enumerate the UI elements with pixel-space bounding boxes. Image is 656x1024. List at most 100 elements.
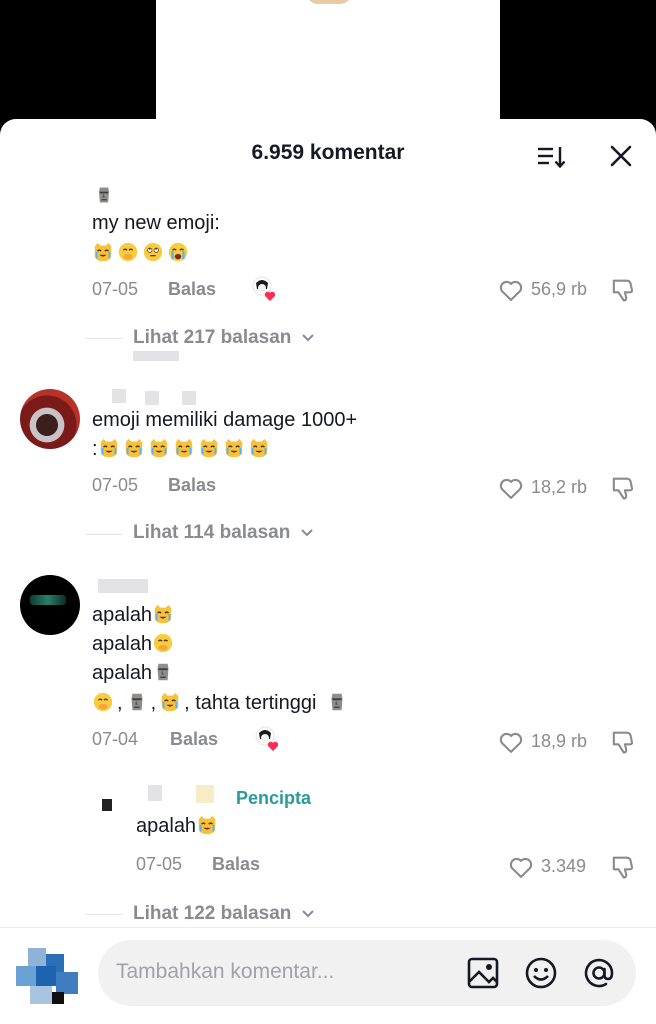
avatar[interactable] [20,575,80,635]
reply-button[interactable]: Balas [168,279,216,300]
avatar[interactable] [96,793,126,823]
heart-outline-icon [497,728,525,756]
like-count: 56,9 rb [531,279,588,299]
view-replies-label: Lihat 217 balasan [133,327,292,348]
blurred-username [148,785,162,801]
comment-text: apalah [92,633,153,655]
crying-cat-emoji-icon [98,437,120,459]
creator-badge: Pencipta [236,788,312,808]
comment-input-placeholder: Tambahkan komentar... [116,960,335,983]
comment-emoji-line: : [92,435,273,464]
view-replies-label: Lihat 114 balasan [133,522,291,543]
heart-outline-icon [497,474,525,502]
like-count: 18,9 rb [531,731,588,751]
reply-meta: 07-05 Balas [136,854,336,880]
comment-date: 07-04 [92,729,139,749]
reply-line: apalah [136,812,221,841]
chevron-down-icon [300,529,313,537]
reply-button[interactable]: Balas [168,475,216,496]
reply-button[interactable]: Balas [212,854,260,875]
comment-text: my new emoji: [92,212,220,234]
mention-icon[interactable] [581,955,617,991]
chevron-down-icon [301,334,314,342]
sort-icon[interactable] [536,144,566,170]
crying-cat-emoji-icon [248,437,270,459]
crying-cat-emoji-icon [148,437,170,459]
smile-emoji-icon [92,691,114,713]
blurred-username [196,785,214,803]
crying-cat-emoji-icon [92,241,114,263]
thumbs-down-icon[interactable] [608,853,636,881]
view-replies-button[interactable]: Lihat 122 balasan [133,903,315,929]
comment-input[interactable]: Tambahkan komentar... [98,940,636,1006]
image-icon[interactable] [465,955,501,991]
blurred-username [112,389,126,403]
thumbs-down-icon[interactable] [608,728,636,756]
comment-text: emoji memiliki damage 1000+ [92,409,358,431]
creator-liked-icon [250,275,280,303]
emoji-icon[interactable] [523,955,559,991]
divider-line [86,338,122,339]
comment-date: 07-05 [92,279,139,299]
divider-line [86,534,122,535]
comment-line: ,,, tahta tertinggi [92,689,351,718]
video-hand [306,0,352,4]
avatar-detail [102,799,112,811]
creator-liked-icon [253,725,283,753]
moai-emoji-icon [94,185,114,205]
my-avatar[interactable] [16,942,82,1008]
blurred-username [145,391,159,405]
like-button[interactable]: 18,9 rb [497,728,597,756]
close-icon[interactable] [608,143,634,169]
comment-emoji-line [92,239,192,268]
smile-emoji-icon [152,632,174,654]
crying-cat-emoji-icon [223,437,245,459]
blurred-username [98,579,148,593]
comment-date: 07-05 [92,475,139,495]
moai-emoji-icon [152,661,174,683]
avatar-glow [30,595,66,605]
thumbs-down-icon[interactable] [608,276,636,304]
reply-date: 07-05 [136,854,183,874]
crying-cat-emoji-icon [173,437,195,459]
view-replies-button[interactable]: Lihat 217 balasan [133,327,315,353]
like-button[interactable]: 18,2 rb [497,474,597,502]
crying-cat-emoji-icon [159,691,181,713]
view-replies-label: Lihat 122 balasan [133,903,292,924]
moai-emoji-icon [326,691,348,713]
reply-button[interactable]: Balas [170,729,218,750]
comments-header: 6.959 komentar [0,119,656,191]
comment-line: apalah [92,601,177,630]
comment-input-bar: Tambahkan komentar... [0,927,656,1024]
thumbs-down-icon[interactable] [608,474,636,502]
eyeroll-emoji-icon [142,241,164,263]
comment-text: apalah [92,604,153,626]
crying-cat-emoji-icon [198,437,220,459]
comment-text: apalah [92,662,153,684]
smile-emoji-icon [117,241,139,263]
comment-item: emoji memiliki damage 1000+ : 07-05 Bala… [0,379,656,579]
crying-emoji-icon [167,241,189,263]
reply-item: Pencipta apalah 07-05 Balas 3.349 Lihat … [0,779,656,929]
avatar[interactable] [20,389,80,449]
reply-text: apalah [136,815,197,837]
comment-meta: 07-05 Balas [92,475,292,501]
comment-line: apalah [92,630,177,659]
crying-cat-emoji-icon [152,603,174,625]
crying-cat-emoji-icon [123,437,145,459]
crying-cat-emoji-icon [196,814,218,836]
blurred-area [133,351,179,361]
comment-text: , tahta tertinggi [184,692,322,714]
moai-emoji-icon [126,691,148,713]
comment-line: apalah [92,659,177,688]
like-button[interactable]: 3.349 [507,853,607,881]
comment-item: apalah apalah apalah ,,, tahta tertinggi… [0,569,656,769]
blurred-username [182,391,196,405]
heart-outline-icon [507,853,535,881]
view-replies-button[interactable]: Lihat 114 balasan [133,522,314,548]
comments-sheet: 6.959 komentar my new emoji: 07-05 Balas… [0,119,656,1024]
like-count: 18,2 rb [531,477,588,497]
like-button[interactable]: 56,9 rb [497,276,597,304]
chevron-down-icon [301,910,314,918]
like-count: 3.349 [541,856,587,876]
